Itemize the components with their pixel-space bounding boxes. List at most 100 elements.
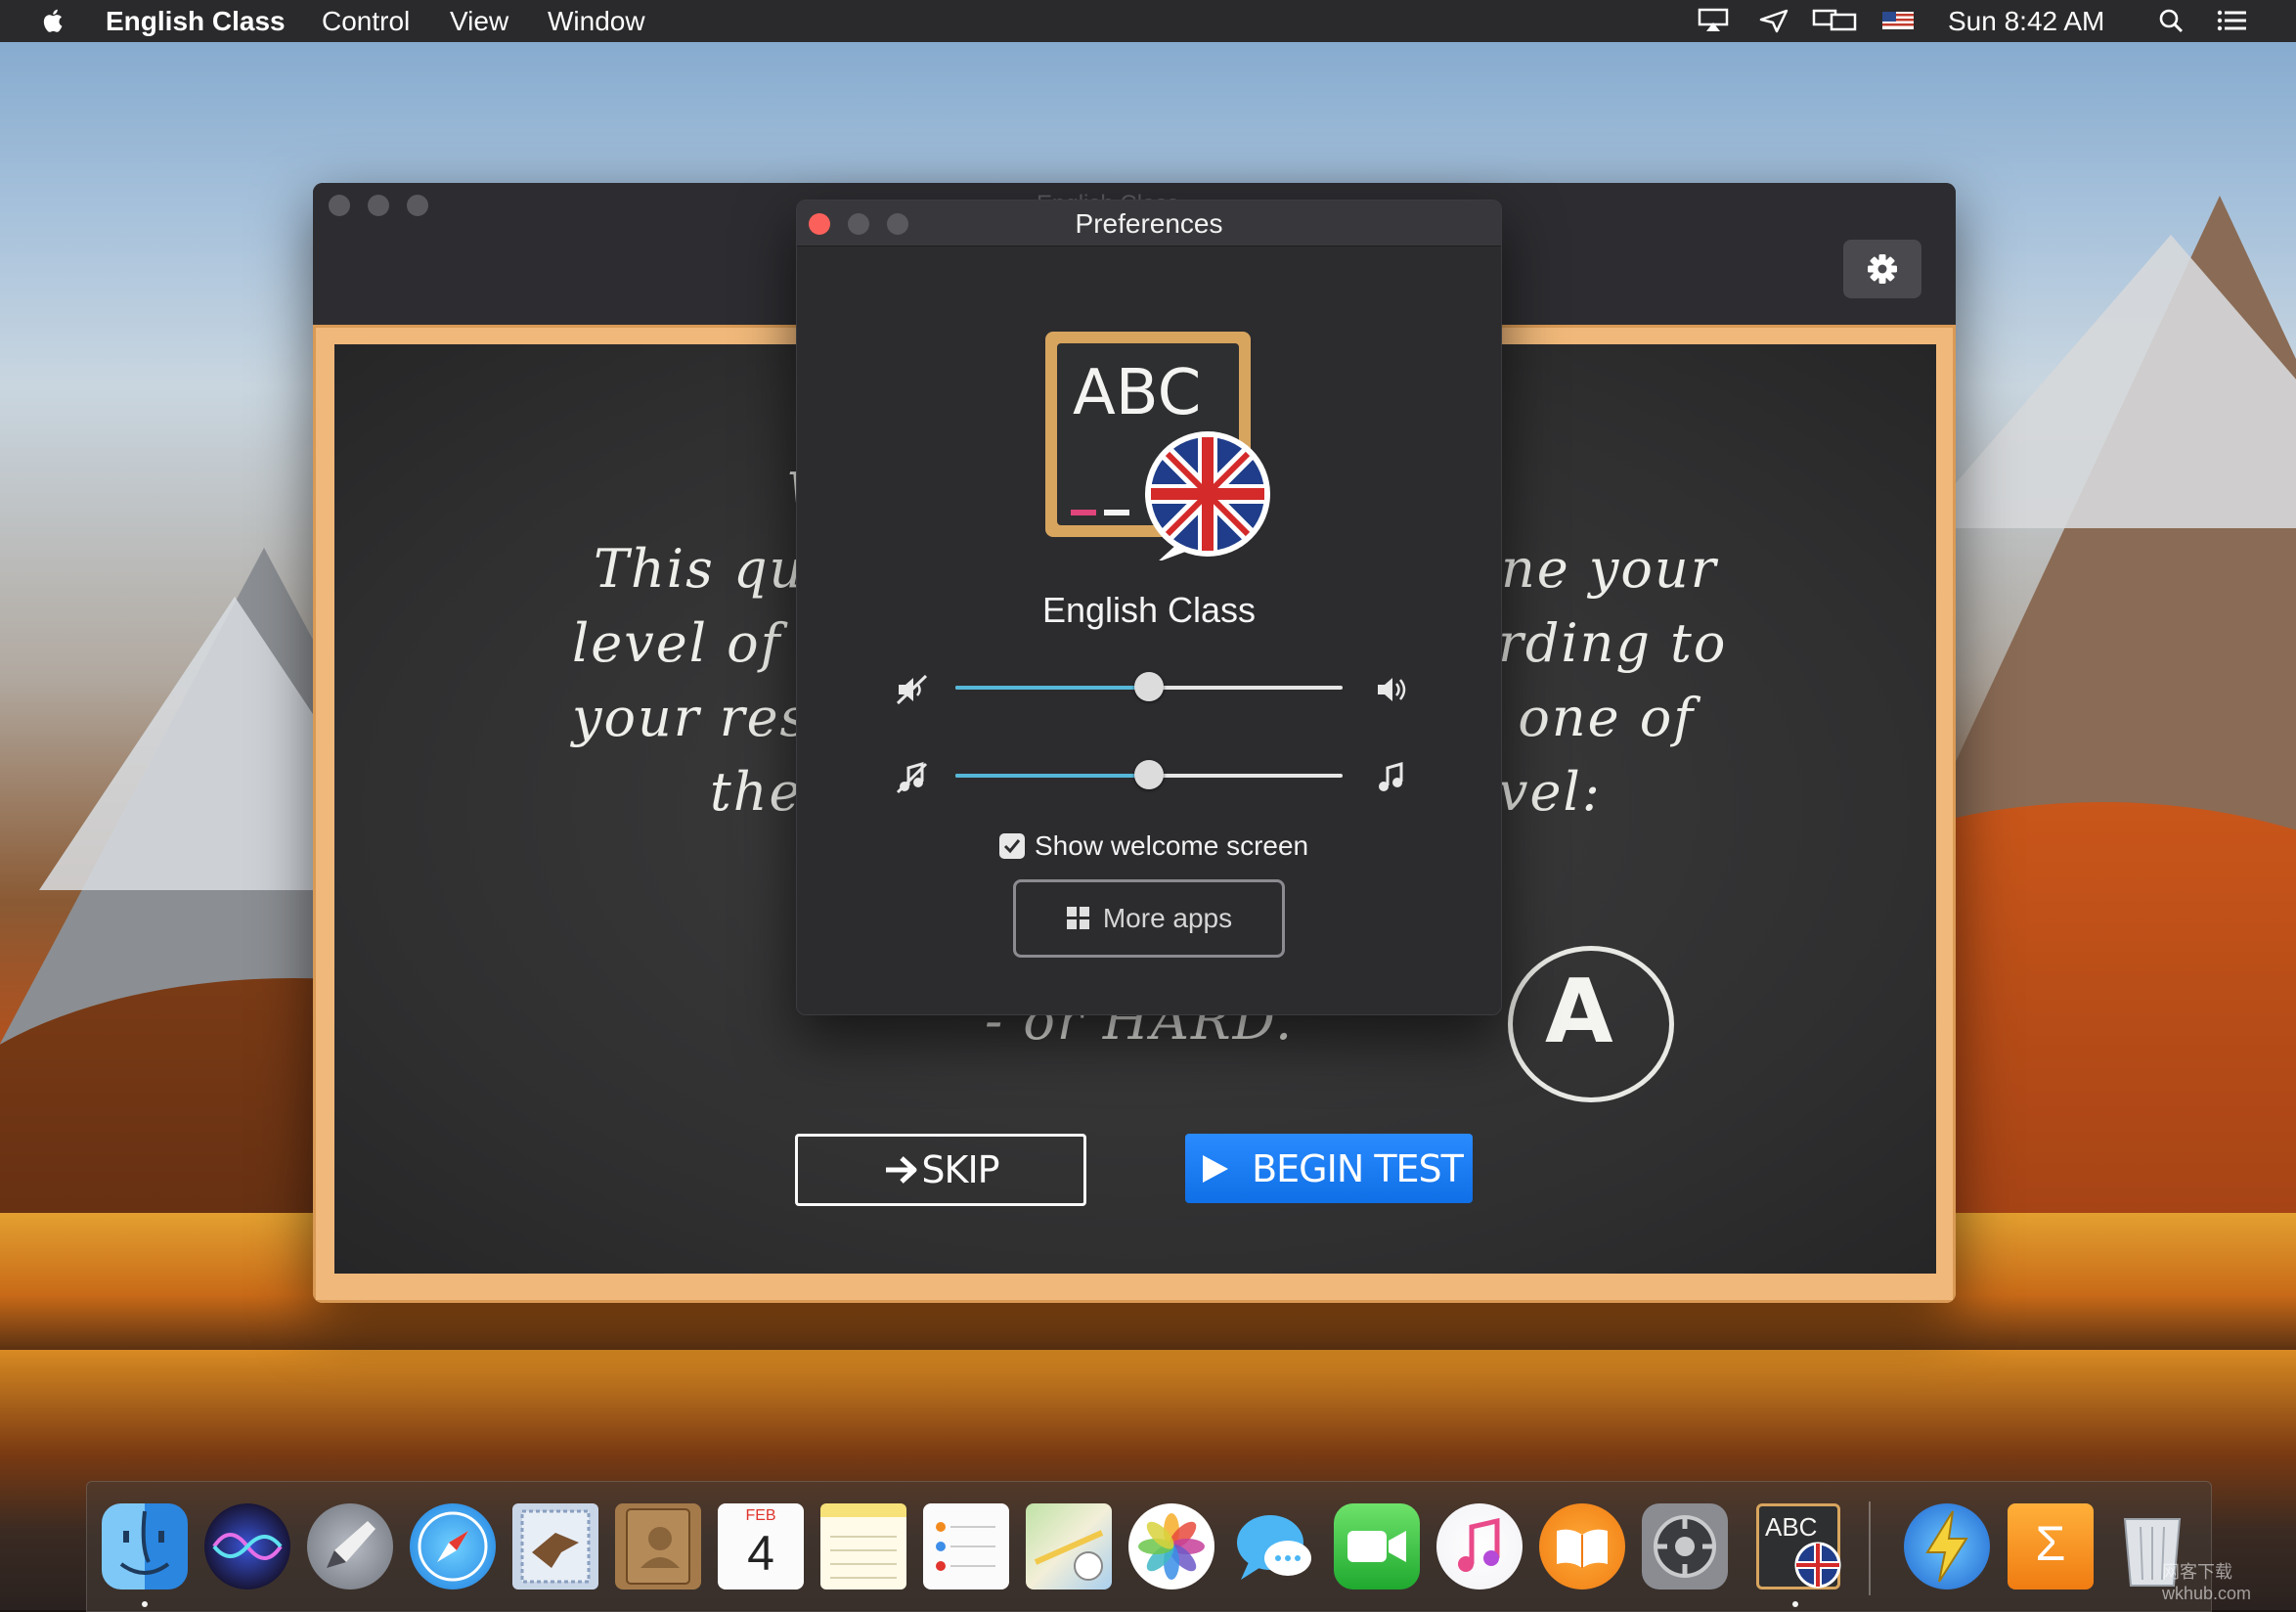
- show-welcome-row[interactable]: Show welcome screen: [999, 828, 1308, 864]
- dock-ibooks[interactable]: [1539, 1503, 1625, 1590]
- finder-icon: [119, 1510, 170, 1575]
- photos-flower-icon: [1138, 1513, 1205, 1580]
- music-note-icon[interactable]: [1374, 760, 1409, 795]
- show-welcome-label: Show welcome screen: [1035, 830, 1309, 861]
- show-welcome-checkbox[interactable]: [999, 833, 1025, 859]
- begin-test-label: BEGIN TEST: [1252, 1146, 1464, 1190]
- dock-messages[interactable]: [1231, 1503, 1317, 1590]
- lightning-icon: [1925, 1510, 1968, 1583]
- rocket-icon: [327, 1521, 375, 1568]
- music-slider-fill: [955, 774, 1149, 778]
- dock-launchpad[interactable]: [307, 1503, 393, 1590]
- calendar-day: 4: [747, 1526, 774, 1581]
- menu-view[interactable]: View: [450, 6, 508, 37]
- dock-itunes[interactable]: [1436, 1503, 1523, 1590]
- board-line-4-right: vel:: [1498, 761, 1602, 823]
- window-close-button[interactable]: [329, 195, 350, 216]
- dock-maps[interactable]: [1026, 1503, 1112, 1590]
- menu-app-name[interactable]: English Class: [106, 6, 286, 37]
- begin-test-button[interactable]: BEGIN TEST: [1185, 1134, 1473, 1203]
- display-mirror-icon[interactable]: [1812, 8, 1859, 33]
- window-minimize-button[interactable]: [368, 195, 389, 216]
- music-slider[interactable]: [955, 760, 1343, 789]
- dock-calendar[interactable]: FEB 4: [718, 1503, 804, 1590]
- dock-siri[interactable]: [204, 1503, 290, 1590]
- app-icon-text: ABC: [1073, 357, 1201, 429]
- gear-app-icon: [1654, 1515, 1716, 1578]
- messages-bubble-icon: [1237, 1515, 1311, 1580]
- board-line-4-left: the: [710, 761, 803, 823]
- us-flag-icon[interactable]: [1881, 8, 1915, 33]
- board-line-2-right: rding to: [1498, 612, 1728, 674]
- sigma-symbol: Σ: [2035, 1516, 2066, 1571]
- dock-sigma-app[interactable]: Σ: [2008, 1503, 2094, 1590]
- uk-flag-icon: [1794, 1542, 1841, 1589]
- skip-button[interactable]: SKIP: [795, 1134, 1086, 1206]
- search-icon[interactable]: [2155, 8, 2188, 33]
- apple-icon[interactable]: [39, 6, 68, 35]
- dock-notes[interactable]: [820, 1503, 906, 1590]
- menu-bar: English Class Control View Window Sun 8:…: [0, 0, 2296, 42]
- reminders-list-icon: [936, 1522, 995, 1571]
- dock-running-indicator: [1792, 1601, 1798, 1607]
- menu-control[interactable]: Control: [322, 6, 410, 37]
- notification-center-icon[interactable]: [2216, 8, 2249, 33]
- menu-clock[interactable]: Sun 8:42 AM: [1948, 6, 2104, 37]
- dock-facetime[interactable]: [1334, 1503, 1420, 1590]
- dock-reminders[interactable]: [923, 1503, 1009, 1590]
- notes-lines-icon: [830, 1536, 897, 1579]
- volume-slider[interactable]: [955, 672, 1343, 701]
- grade-letter: A: [1545, 961, 1613, 1063]
- preferences-window: Preferences ABC English Class Show welco…: [796, 200, 1502, 1015]
- grid-icon: [1066, 907, 1089, 929]
- board-line-3-right: . one of: [1480, 687, 1696, 748]
- music-slider-thumb[interactable]: [1134, 760, 1164, 789]
- calendar-month: FEB: [745, 1507, 776, 1524]
- volume-mute-icon[interactable]: [895, 672, 930, 707]
- dock-some-utility[interactable]: [1904, 1503, 1990, 1590]
- checkmark-icon: [1003, 839, 1021, 854]
- board-line-1-left: This qui: [594, 538, 824, 600]
- more-apps-button[interactable]: More apps: [1013, 879, 1285, 958]
- preferences-app-name: English Class: [1041, 590, 1257, 630]
- video-camera-icon: [1347, 1531, 1406, 1562]
- play-icon: [1203, 1154, 1229, 1183]
- preferences-titlebar[interactable]: Preferences: [797, 201, 1501, 246]
- dock-mail[interactable]: [512, 1503, 598, 1590]
- preferences-title: Preferences: [1075, 208, 1223, 239]
- board-line-1-right: ne your: [1501, 538, 1718, 600]
- english-class-app-icon: ABC: [1045, 332, 1270, 560]
- dock-separator: [1869, 1501, 1871, 1595]
- menu-window[interactable]: Window: [548, 6, 645, 37]
- volume-max-icon[interactable]: [1374, 672, 1409, 707]
- settings-button[interactable]: [1843, 240, 1921, 298]
- siri-icon: [212, 1533, 283, 1560]
- dock-finder[interactable]: [102, 1503, 188, 1590]
- open-book-icon: [1557, 1529, 1608, 1568]
- dock-running-indicator: [142, 1601, 148, 1607]
- window-zoom-button[interactable]: [407, 195, 428, 216]
- wallpaper-snow-right: [1917, 235, 2296, 528]
- skip-label: SKIP: [921, 1148, 999, 1191]
- dock: FEB 4 ABC Σ 网客下载 wkhub.com: [86, 1481, 2251, 1612]
- dock-photos[interactable]: [1128, 1503, 1214, 1590]
- airplay-icon[interactable]: [1697, 8, 1730, 33]
- contacts-book-icon: [626, 1508, 690, 1585]
- gear-icon: [1868, 254, 1897, 284]
- arrow-right-icon: [886, 1156, 917, 1184]
- more-apps-label: More apps: [1102, 903, 1233, 933]
- music-note-app-icon: [1458, 1517, 1500, 1572]
- board-line-2-left: level of: [572, 612, 782, 674]
- eagle-stamp-icon: [520, 1509, 591, 1584]
- dock-system-preferences[interactable]: [1642, 1503, 1728, 1590]
- volume-slider-thumb[interactable]: [1134, 672, 1164, 701]
- watermark-text: 网客下载 wkhub.com: [2162, 1562, 2252, 1603]
- dock-english-class[interactable]: ABC: [1756, 1503, 1841, 1590]
- dock-contacts[interactable]: [615, 1503, 701, 1590]
- paper-plane-icon[interactable]: [1757, 8, 1790, 33]
- volume-slider-fill: [955, 686, 1149, 690]
- music-mute-icon[interactable]: [895, 760, 930, 795]
- dock-english-class-badge: ABC: [1765, 1512, 1818, 1542]
- dock-safari[interactable]: [410, 1503, 496, 1590]
- compass-icon: [418, 1511, 488, 1582]
